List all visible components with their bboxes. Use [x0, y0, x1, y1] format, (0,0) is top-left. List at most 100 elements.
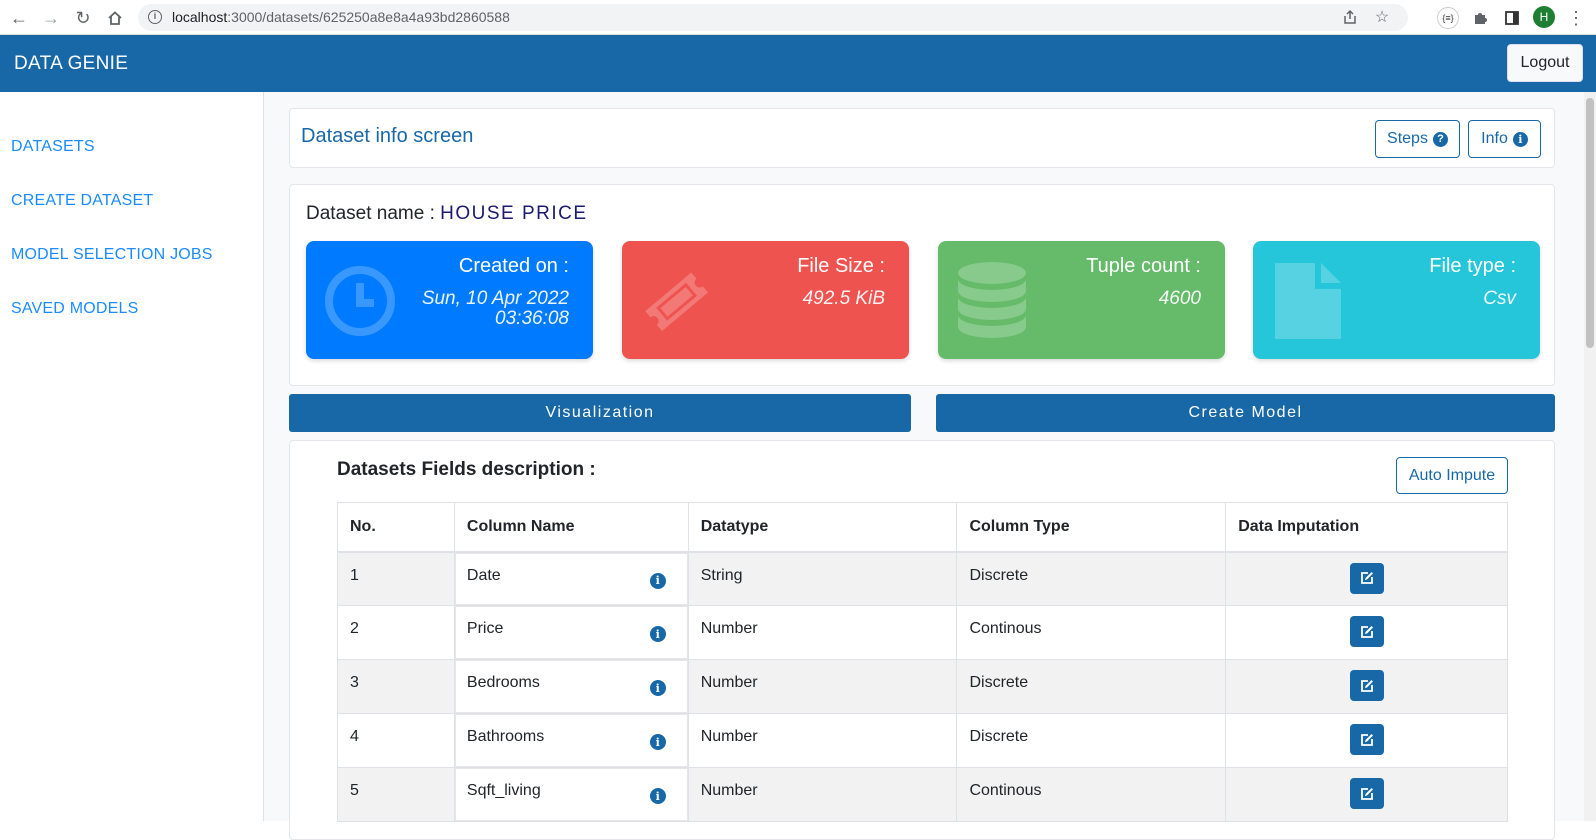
cell-no: 4	[337, 713, 455, 768]
info-icon[interactable]: i	[649, 572, 666, 589]
info-label: Info	[1481, 130, 1508, 147]
edit-icon	[1361, 733, 1374, 746]
tuple-count-tile: Tuple count : 4600	[938, 241, 1225, 359]
sidebar-item-model-selection-jobs[interactable]: MODEL SELECTION JOBS	[11, 246, 213, 264]
file-size-tile: File Size : 492.5 KiB	[622, 241, 909, 359]
tuple-count-value: 4600	[1158, 288, 1201, 309]
col-header-column-name: Column Name	[453, 502, 689, 553]
back-icon[interactable]: ←	[7, 6, 31, 30]
menu-kebab-icon[interactable]: ⋮	[1564, 6, 1588, 30]
edit-imputation-button[interactable]	[1350, 616, 1385, 647]
column-name-text: Date	[466, 566, 501, 584]
fields-title: Datasets Fields description :	[337, 459, 596, 480]
page-title: Dataset info screen	[301, 125, 474, 147]
scrollbar-thumb[interactable]	[1586, 98, 1594, 348]
steps-button[interactable]: Steps ?	[1375, 120, 1460, 158]
main-content: Dataset info screen Steps ? Info i Datas…	[264, 92, 1596, 840]
cell-no: 5	[337, 767, 455, 822]
table-header-row: No. Column Name Datatype Column Type Dat…	[337, 502, 1508, 553]
home-icon[interactable]	[103, 6, 127, 30]
created-on-date: Sun, 10 Apr 2022	[421, 288, 569, 309]
info-icon[interactable]: i	[649, 734, 666, 750]
col-header-no: No.	[337, 502, 455, 553]
cell-no: 1	[337, 551, 455, 606]
info-button[interactable]: Info i	[1468, 120, 1541, 158]
cell-column-type: Continous	[956, 767, 1227, 822]
page-scrollbar[interactable]	[1584, 92, 1596, 821]
forward-icon[interactable]: →	[39, 6, 63, 30]
cell-column-type: Continous	[956, 605, 1227, 660]
cell-datatype: Number	[687, 713, 958, 768]
reload-icon[interactable]: ↻	[71, 6, 95, 30]
share-icon[interactable]	[1338, 5, 1362, 29]
file-size-value: 492.5 KiB	[802, 288, 885, 309]
sidebar-item-create-dataset[interactable]: CREATE DATASET	[11, 192, 153, 210]
created-on-label: Created on :	[458, 255, 569, 277]
info-icon[interactable]: i	[649, 788, 666, 804]
steps-label: Steps	[1387, 130, 1428, 147]
edit-imputation-button[interactable]	[1350, 562, 1385, 594]
auto-impute-button[interactable]: Auto Impute	[1396, 457, 1508, 494]
puzzle-icon[interactable]	[1468, 6, 1492, 30]
created-on-value: Sun, 10 Apr 2022 03:36:08	[422, 289, 569, 329]
cell-imputation	[1225, 605, 1508, 660]
profile-avatar[interactable]: H	[1533, 6, 1555, 28]
table-row: 4 Bathrooms i Number Discrete	[337, 713, 1508, 768]
edit-imputation-button[interactable]	[1350, 778, 1385, 809]
question-icon: ?	[1432, 131, 1448, 147]
edit-imputation-button[interactable]	[1350, 724, 1385, 755]
sidebar-item-saved-models[interactable]: SAVED MODELS	[11, 300, 138, 318]
dataset-name-label: Dataset name :	[306, 203, 435, 224]
info-icon[interactable]: i	[649, 680, 666, 696]
side-panel-icon[interactable]	[1500, 6, 1524, 30]
cell-imputation	[1225, 713, 1508, 768]
column-name-text: Bedrooms	[466, 674, 540, 691]
cell-datatype: String	[687, 551, 958, 606]
cell-datatype: Number	[687, 659, 958, 714]
cell-column-type: Discrete	[956, 713, 1227, 768]
fields-card: Datasets Fields description : Auto Imput…	[289, 440, 1555, 840]
database-icon	[958, 262, 1026, 338]
bookmark-star-icon[interactable]: ☆	[1370, 5, 1394, 29]
ticket-icon	[645, 272, 708, 332]
dataset-summary-card: Dataset name : HOUSE PRICE Created on : …	[289, 184, 1555, 386]
sidebar: DATASETS CREATE DATASET MODEL SELECTION …	[0, 92, 264, 821]
file-type-label: File type :	[1429, 255, 1516, 277]
site-info-icon[interactable]: i	[148, 10, 162, 24]
table-row: 2 Price i Number Continous	[337, 605, 1508, 660]
cell-no: 3	[337, 659, 455, 714]
brand-title[interactable]: DATA GENIE	[14, 53, 128, 75]
edit-icon	[1361, 572, 1374, 584]
edit-icon	[1361, 679, 1374, 692]
extension-icon[interactable]: {≡}	[1436, 6, 1460, 30]
file-size-label: File Size :	[797, 255, 885, 277]
column-name-text: Price	[466, 620, 504, 637]
cell-column-name: Sqft_living i	[453, 767, 689, 822]
create-model-button[interactable]: Create Model	[936, 394, 1555, 432]
cell-imputation	[1225, 659, 1508, 714]
url-path: :3000/datasets/625250a8e8a4a93bd2860588	[227, 9, 510, 25]
table-row: 1 Date i String Discrete	[337, 551, 1508, 606]
dataset-name-line: Dataset name : HOUSE PRICE	[306, 203, 588, 225]
edit-imputation-button[interactable]	[1350, 670, 1385, 701]
cell-imputation	[1225, 551, 1508, 606]
url-host: localhost	[172, 9, 228, 25]
browser-toolbar: ← → ↻ i localhost:3000/datasets/625250a8…	[0, 0, 1596, 35]
cell-column-name: Date i	[453, 551, 689, 606]
table-row: 5 Sqft_living i Number Continous	[337, 767, 1508, 822]
column-name-text: Bathrooms	[466, 728, 545, 745]
cell-datatype: Number	[687, 605, 958, 660]
cell-column-type: Discrete	[956, 551, 1227, 606]
col-header-column-type: Column Type	[956, 502, 1227, 553]
logout-button[interactable]: Logout	[1507, 44, 1583, 82]
address-bar[interactable]: i localhost:3000/datasets/625250a8e8a4a9…	[138, 4, 1408, 31]
edit-icon	[1361, 787, 1374, 800]
cell-column-type: Discrete	[956, 659, 1227, 714]
sidebar-item-datasets[interactable]: DATASETS	[11, 138, 95, 156]
dataset-name-value: HOUSE PRICE	[440, 203, 588, 224]
col-header-data-imputation: Data Imputation	[1225, 502, 1508, 553]
info-circle-icon: i	[1512, 131, 1528, 147]
info-icon[interactable]: i	[649, 626, 666, 642]
app-header: DATA GENIE	[0, 35, 1596, 92]
visualization-button[interactable]: Visualization	[289, 394, 911, 432]
